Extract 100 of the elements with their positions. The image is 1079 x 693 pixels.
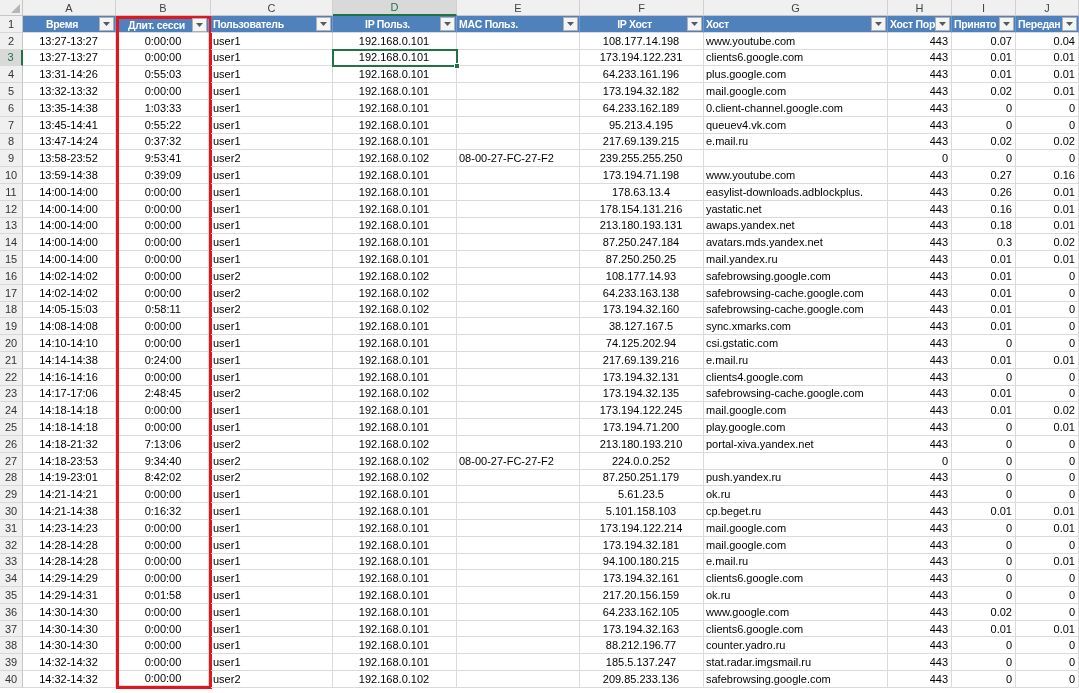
- table-cell[interactable]: 0:00:00: [119, 536, 209, 554]
- table-cell[interactable]: 0:00:00: [119, 419, 209, 436]
- table-cell[interactable]: 0.01: [1016, 620, 1079, 638]
- table-cell[interactable]: user1: [211, 402, 333, 420]
- row-number[interactable]: 4: [0, 66, 23, 84]
- filter-button[interactable]: [871, 16, 886, 31]
- table-cell[interactable]: 443: [888, 385, 952, 403]
- table-cell[interactable]: 0.01: [1016, 351, 1079, 369]
- table-cell[interactable]: 0: [1016, 671, 1079, 688]
- table-cell[interactable]: 192.168.0.101: [333, 486, 457, 504]
- table-cell[interactable]: user1: [211, 570, 333, 588]
- table-cell[interactable]: 0: [952, 587, 1016, 604]
- table-cell[interactable]: 0.01: [952, 66, 1016, 84]
- table-cell[interactable]: 0.16: [952, 200, 1016, 218]
- table-cell[interactable]: 0.01: [952, 284, 1016, 302]
- table-cell[interactable]: 14:08-14:08: [23, 318, 116, 336]
- table-cell[interactable]: 192.168.0.102: [333, 671, 457, 688]
- table-cell[interactable]: 0: [1016, 284, 1079, 302]
- table-cell[interactable]: 14:18-23:53: [23, 452, 116, 470]
- table-cell[interactable]: 192.168.0.101: [333, 536, 457, 554]
- table-cell[interactable]: 0:00:00: [119, 553, 209, 571]
- table-cell[interactable]: 443: [888, 251, 952, 268]
- row-number[interactable]: 25: [0, 419, 23, 436]
- table-cell[interactable]: user1: [211, 351, 333, 369]
- table-cell[interactable]: 94.100.180.215: [580, 553, 704, 571]
- table-cell[interactable]: 14:00-14:00: [23, 183, 116, 201]
- table-cell[interactable]: push.yandex.ru: [704, 469, 888, 487]
- empty-cell[interactable]: [457, 49, 580, 67]
- table-cell[interactable]: 14:30-14:30: [23, 603, 116, 621]
- empty-cell[interactable]: [457, 284, 580, 302]
- table-cell[interactable]: 192.168.0.101: [333, 620, 457, 638]
- row-number[interactable]: 38: [0, 637, 23, 655]
- table-cell[interactable]: 192.168.0.101: [333, 368, 457, 386]
- table-cell[interactable]: user1: [211, 133, 333, 151]
- table-cell[interactable]: user2: [211, 435, 333, 453]
- table-cell[interactable]: 0: [1016, 469, 1079, 487]
- table-cell[interactable]: user1: [211, 519, 333, 537]
- table-cell[interactable]: 0: [952, 469, 1016, 487]
- table-cell[interactable]: 87.250.250.25: [580, 251, 704, 268]
- table-cell[interactable]: 13:27-13:27: [23, 49, 116, 67]
- table-cell[interactable]: cp.beget.ru: [704, 503, 888, 520]
- table-cell[interactable]: 443: [888, 217, 952, 235]
- table-cell[interactable]: 192.168.0.101: [333, 519, 457, 537]
- table-cell[interactable]: 87.250.247.184: [580, 234, 704, 252]
- column-letter[interactable]: A: [23, 0, 116, 16]
- table-cell[interactable]: user2: [211, 267, 333, 285]
- table-cell[interactable]: 192.168.0.101: [333, 351, 457, 369]
- table-cell[interactable]: www.youtube.com: [704, 32, 888, 50]
- empty-cell[interactable]: [457, 536, 580, 554]
- table-cell[interactable]: 0: [952, 536, 1016, 554]
- table-cell[interactable]: awaps.yandex.net: [704, 217, 888, 235]
- table-cell[interactable]: user1: [211, 553, 333, 571]
- table-cell[interactable]: user1: [211, 116, 333, 134]
- table-cell[interactable]: 192.168.0.102: [333, 435, 457, 453]
- table-cell[interactable]: 0: [952, 435, 1016, 453]
- table-cell[interactable]: 0.01: [952, 620, 1016, 638]
- row-number[interactable]: 20: [0, 335, 23, 352]
- table-cell[interactable]: user1: [211, 603, 333, 621]
- table-cell[interactable]: 0.01: [1016, 519, 1079, 537]
- row-number[interactable]: 29: [0, 486, 23, 504]
- table-cell[interactable]: yastatic.net: [704, 200, 888, 218]
- table-cell[interactable]: 0:00:00: [119, 603, 209, 621]
- table-cell[interactable]: 0: [1016, 637, 1079, 655]
- table-cell[interactable]: 9:53:41: [119, 150, 209, 168]
- table-cell[interactable]: www.google.com: [704, 603, 888, 621]
- empty-cell[interactable]: [457, 419, 580, 436]
- fill-handle[interactable]: [454, 63, 460, 70]
- table-cell[interactable]: 173.194.32.135: [580, 385, 704, 403]
- empty-cell[interactable]: [457, 553, 580, 571]
- table-cell[interactable]: 0: [952, 671, 1016, 688]
- table-cell[interactable]: 192.168.0.101: [333, 503, 457, 520]
- table-cell[interactable]: 0.01: [1016, 251, 1079, 268]
- table-cell[interactable]: 14:32-14:32: [23, 654, 116, 672]
- table-cell[interactable]: avatars.mds.yandex.net: [704, 234, 888, 252]
- table-cell[interactable]: 0.01: [1016, 553, 1079, 571]
- table-cell[interactable]: user2: [211, 284, 333, 302]
- table-cell[interactable]: 0: [952, 452, 1016, 470]
- table-cell[interactable]: 173.194.32.163: [580, 620, 704, 638]
- table-cell[interactable]: 443: [888, 284, 952, 302]
- table-cell[interactable]: 443: [888, 368, 952, 386]
- table-cell[interactable]: user1: [211, 536, 333, 554]
- table-cell[interactable]: 0: [1016, 100, 1079, 117]
- empty-cell[interactable]: [457, 133, 580, 151]
- empty-cell[interactable]: [457, 167, 580, 184]
- table-cell[interactable]: 0: [952, 519, 1016, 537]
- table-cell[interactable]: 0.18: [952, 217, 1016, 235]
- table-cell[interactable]: 192.168.0.102: [333, 469, 457, 487]
- empty-cell[interactable]: [457, 200, 580, 218]
- empty-cell[interactable]: [457, 469, 580, 487]
- table-cell[interactable]: 14:14-14:38: [23, 351, 116, 369]
- row-number[interactable]: 15: [0, 251, 23, 268]
- table-cell[interactable]: 443: [888, 587, 952, 604]
- table-cell[interactable]: 14:21-14:21: [23, 486, 116, 504]
- table-cell[interactable]: 13:32-13:32: [23, 83, 116, 100]
- table-cell[interactable]: 0: [952, 368, 1016, 386]
- table-cell[interactable]: 14:29-14:31: [23, 587, 116, 604]
- table-cell[interactable]: 173.194.32.181: [580, 536, 704, 554]
- table-cell[interactable]: 217.20.156.159: [580, 587, 704, 604]
- table-cell[interactable]: 0:00:00: [119, 519, 209, 537]
- table-cell[interactable]: user1: [211, 66, 333, 84]
